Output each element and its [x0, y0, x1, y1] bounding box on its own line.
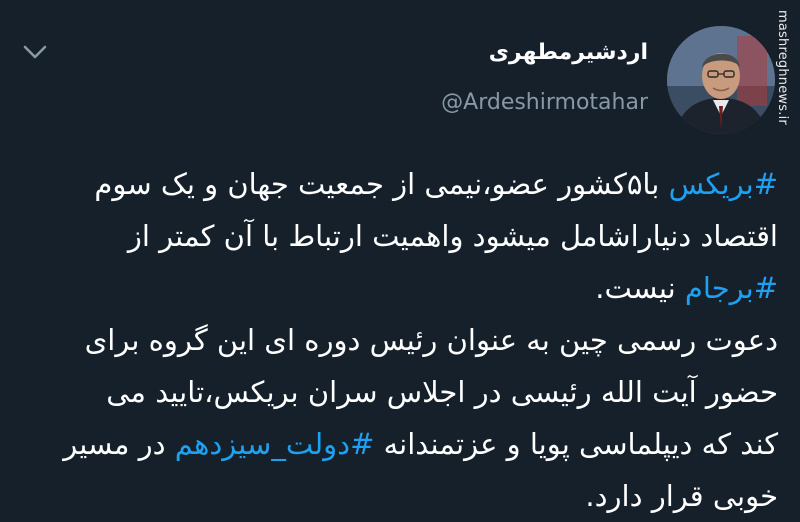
- author-display-name[interactable]: اردشیرمطهری: [489, 40, 648, 65]
- watermark-text: mashreghnews.ir: [775, 10, 790, 125]
- tweet-line: کند که دیپلماسی پویا و عزتمندانه #دولت_س…: [18, 418, 778, 470]
- avatar[interactable]: [667, 26, 775, 134]
- tweet-line: اقتصاد دنیاراشامل میشود واهمیت ارتباط با…: [127, 219, 778, 253]
- tweet-line: دعوت رسمی چین به عنوان رئیس دوره ای این …: [84, 323, 778, 357]
- hashtag-dolat-link[interactable]: #دولت_سیزدهم: [175, 427, 375, 461]
- avatar-photo-icon: [667, 26, 775, 134]
- tweet-card: اردشیرمطهری @Ardeshirmotahar #بریکس با۵ک…: [0, 0, 800, 521]
- hashtag-brics-link[interactable]: #بریکس: [669, 167, 778, 201]
- tweet-line: خوبی قرار دارد.: [585, 479, 778, 513]
- tweet-text-segment: در مسیر: [63, 427, 175, 461]
- tweet-text-segment: کند که دیپلماسی پویا و عزتمندانه: [374, 427, 778, 461]
- tweet-text-segment: با۵کشور عضو،نیمی از جمعیت جهان و یک سوم: [94, 167, 669, 201]
- author-handle[interactable]: @Ardeshirmotahar: [441, 90, 648, 115]
- chevron-down-icon[interactable]: [22, 42, 48, 62]
- tweet-line: #برجام نیست.: [18, 262, 778, 314]
- tweet-text: #بریکس با۵کشور عضو،نیمی از جمعیت جهان و …: [18, 158, 778, 522]
- tweet-line: حضور آیت الله رئیسی در اجلاس سران بریکس،…: [106, 375, 778, 409]
- tweet-line: #بریکس با۵کشور عضو،نیمی از جمعیت جهان و …: [18, 158, 778, 210]
- watermark: mashreghnews.ir: [770, 10, 798, 125]
- tweet-text-segment: نیست.: [595, 271, 685, 305]
- hashtag-barjam-link[interactable]: #برجام: [685, 271, 778, 305]
